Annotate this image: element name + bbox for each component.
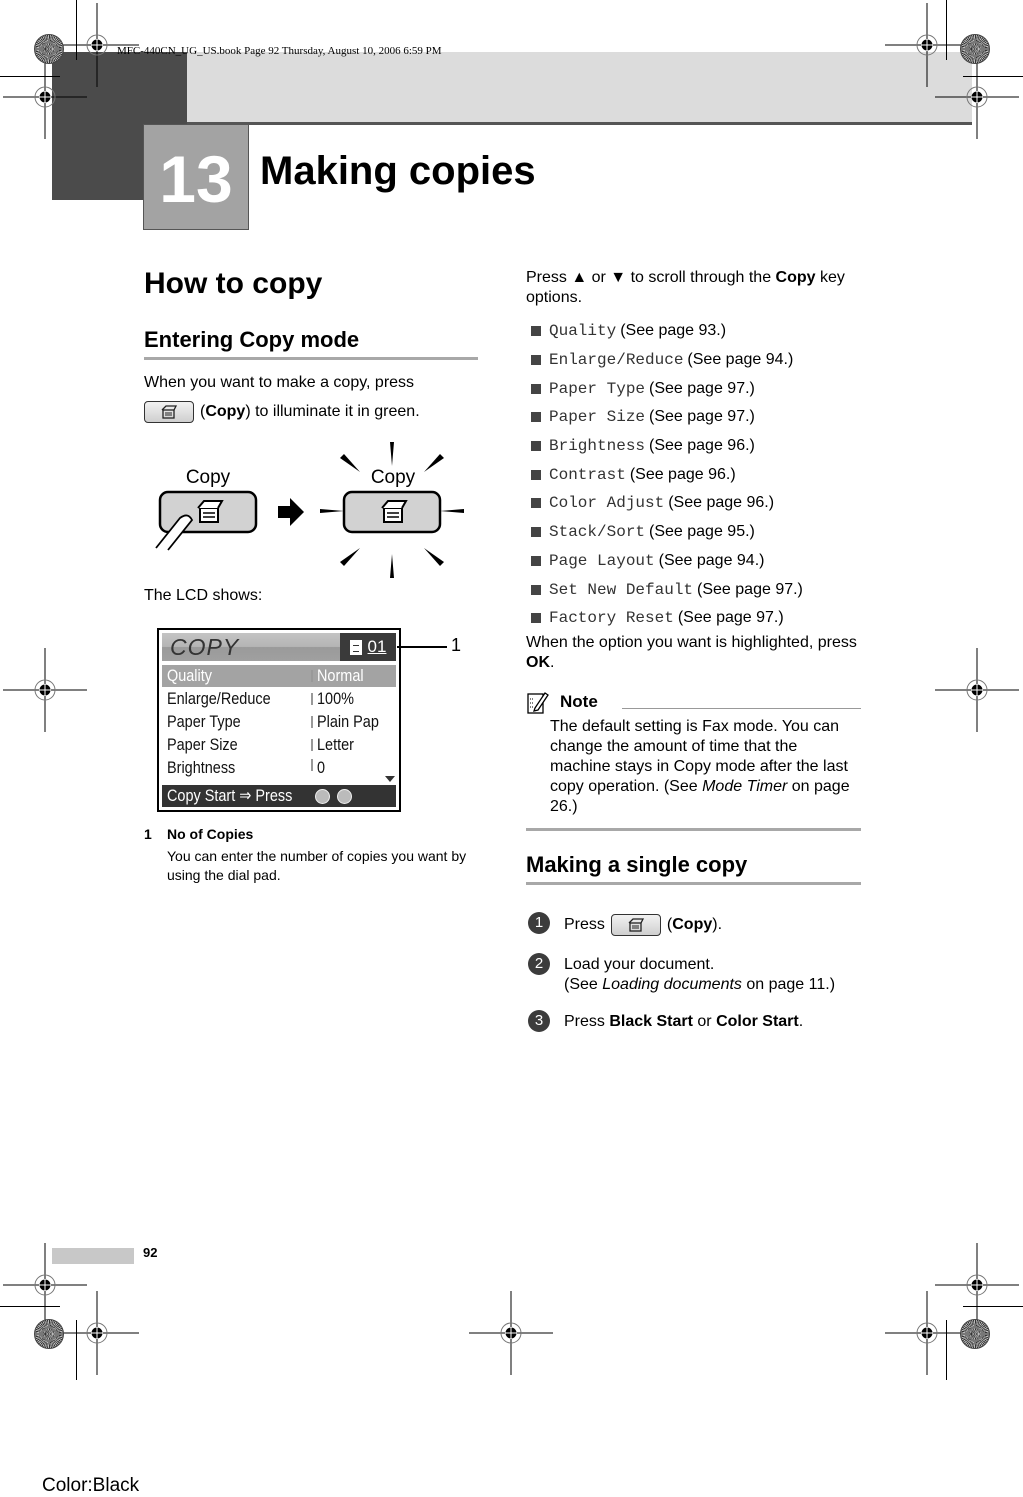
note-title: Note	[560, 692, 598, 711]
intro-text-copy: (Copy) to illuminate it in green.	[200, 403, 420, 420]
intro-text-line2: (Copy) to illuminate it in green.	[144, 401, 420, 423]
callout-number: 1	[451, 635, 462, 655]
intro-text: When you want to make a copy, press	[144, 374, 415, 391]
crop-mark	[0, 1306, 60, 1307]
lcd-title-bar: COPY 01	[162, 633, 396, 661]
list-item: Factory Reset (See page 97.)	[531, 604, 803, 633]
color-label: Color:Black	[42, 1475, 140, 1496]
color-rosette-icon	[34, 34, 64, 64]
page-number: 92	[143, 1245, 158, 1260]
registration-target-icon	[885, 1291, 969, 1375]
registration-target-icon	[469, 1291, 553, 1375]
list-item: Contrast (See page 96.)	[531, 460, 803, 489]
callout-line	[397, 646, 447, 648]
list-item: Enlarge/Reduce (See page 94.)	[531, 346, 803, 375]
lcd-row: Paper Type Plain Pap	[167, 712, 379, 731]
arrow-right-icon	[278, 498, 304, 526]
color-rosette-icon	[960, 34, 990, 64]
lcd-row: Paper Size Letter	[167, 735, 354, 754]
list-item: Page Layout (See page 94.)	[531, 547, 803, 576]
printer-icon	[197, 500, 224, 523]
lcd-intro: The LCD shows:	[144, 587, 263, 604]
copy-key-icon	[610, 914, 661, 936]
scroll-instructions: Press ▲ or ▼ to scroll through the Copy …	[526, 269, 845, 306]
list-item: Stack/Sort (See page 95.)	[531, 518, 803, 547]
list-item: Set New Default (See page 97.)	[531, 575, 803, 604]
crop-mark	[0, 76, 60, 77]
crop-mark	[946, 1320, 947, 1380]
scroll-down-icon	[385, 776, 395, 782]
note-end-rule	[526, 828, 861, 831]
step-text: Press Black Start or Color Start.	[564, 1013, 804, 1030]
lcd-footer: Copy Start ⇒ Press	[162, 785, 396, 807]
document-icon	[349, 639, 362, 655]
copy-key-icon	[144, 401, 194, 423]
start-button-icon	[315, 789, 330, 804]
color-rosette-icon	[960, 1319, 990, 1349]
book-info: MFC-440CN_UG_US.book Page 92 Thursday, A…	[117, 45, 442, 57]
lcd-screen: COPY 01 Quality Normal Enlarge/Reduce 100%…	[157, 628, 401, 812]
registration-target-icon	[935, 55, 1019, 139]
highlighted-instructions: When the option you want is highlighted,…	[526, 634, 857, 671]
list-item: Quality (See page 93.)	[531, 317, 803, 346]
heading-rule	[526, 882, 861, 885]
start-button-icon	[337, 789, 352, 804]
header-band-light	[187, 52, 972, 125]
list-item: Paper Size (See page 97.)	[531, 403, 803, 432]
list-item: Color Adjust (See page 96.)	[531, 489, 803, 518]
section-heading: How to copy	[144, 267, 323, 300]
registration-target-icon	[55, 1291, 139, 1375]
copy-label-left: Copy	[186, 467, 231, 488]
heading-rule	[144, 357, 478, 360]
registration-target-icon	[935, 648, 1019, 732]
copy-button-unlit: Copy	[155, 467, 258, 551]
step-number: 1	[528, 912, 550, 934]
step-number: 3	[528, 1010, 550, 1032]
copy-label-right: Copy	[371, 467, 416, 488]
chapter-number: 13	[159, 142, 233, 216]
crop-mark	[963, 1306, 1023, 1307]
copy-button-illustration: Copy Copy	[155, 442, 464, 578]
list-item: Brightness (See page 96.)	[531, 432, 803, 461]
legend-number: 1	[144, 826, 152, 842]
printer-icon	[381, 500, 408, 523]
note-rule	[622, 708, 861, 709]
copy-options-list: Quality (See page 93.) Enlarge/Reduce (See…	[531, 317, 803, 633]
copy-count-value: 01	[367, 637, 387, 656]
crop-mark	[76, 0, 77, 60]
registration-target-icon	[3, 55, 87, 139]
lcd-title: COPY	[170, 634, 240, 660]
subsection-heading: Making a single copy	[526, 852, 748, 877]
step-text: Load your document. (See Loading documen…	[564, 956, 836, 993]
note-text: The default setting is Fax mode. You can…	[550, 718, 850, 815]
lcd-row: Quality Normal	[162, 665, 396, 687]
step-number: 2	[528, 953, 550, 975]
registration-target-icon	[3, 648, 87, 732]
crop-mark	[76, 1320, 77, 1380]
subsection-heading: Entering Copy mode	[144, 327, 360, 352]
note-pencil-icon	[527, 692, 549, 714]
step-text: Press (Copy).	[564, 914, 722, 936]
copy-count: 01	[340, 633, 396, 661]
lcd-row: Brightness 0	[167, 758, 326, 777]
legend-description: You can enter the number of copies you w…	[167, 848, 467, 883]
chapter-number-box: 13	[143, 124, 249, 230]
lcd-row: Enlarge/Reduce 100%	[167, 689, 354, 708]
list-item: Paper Type (See page 97.)	[531, 374, 803, 403]
crop-mark	[963, 76, 1023, 77]
crop-mark	[946, 0, 947, 60]
chapter-title: Making copies	[260, 149, 536, 193]
copy-button-lit: Copy	[320, 442, 464, 578]
color-rosette-icon	[34, 1319, 64, 1349]
legend-title: No of Copies	[167, 826, 254, 842]
